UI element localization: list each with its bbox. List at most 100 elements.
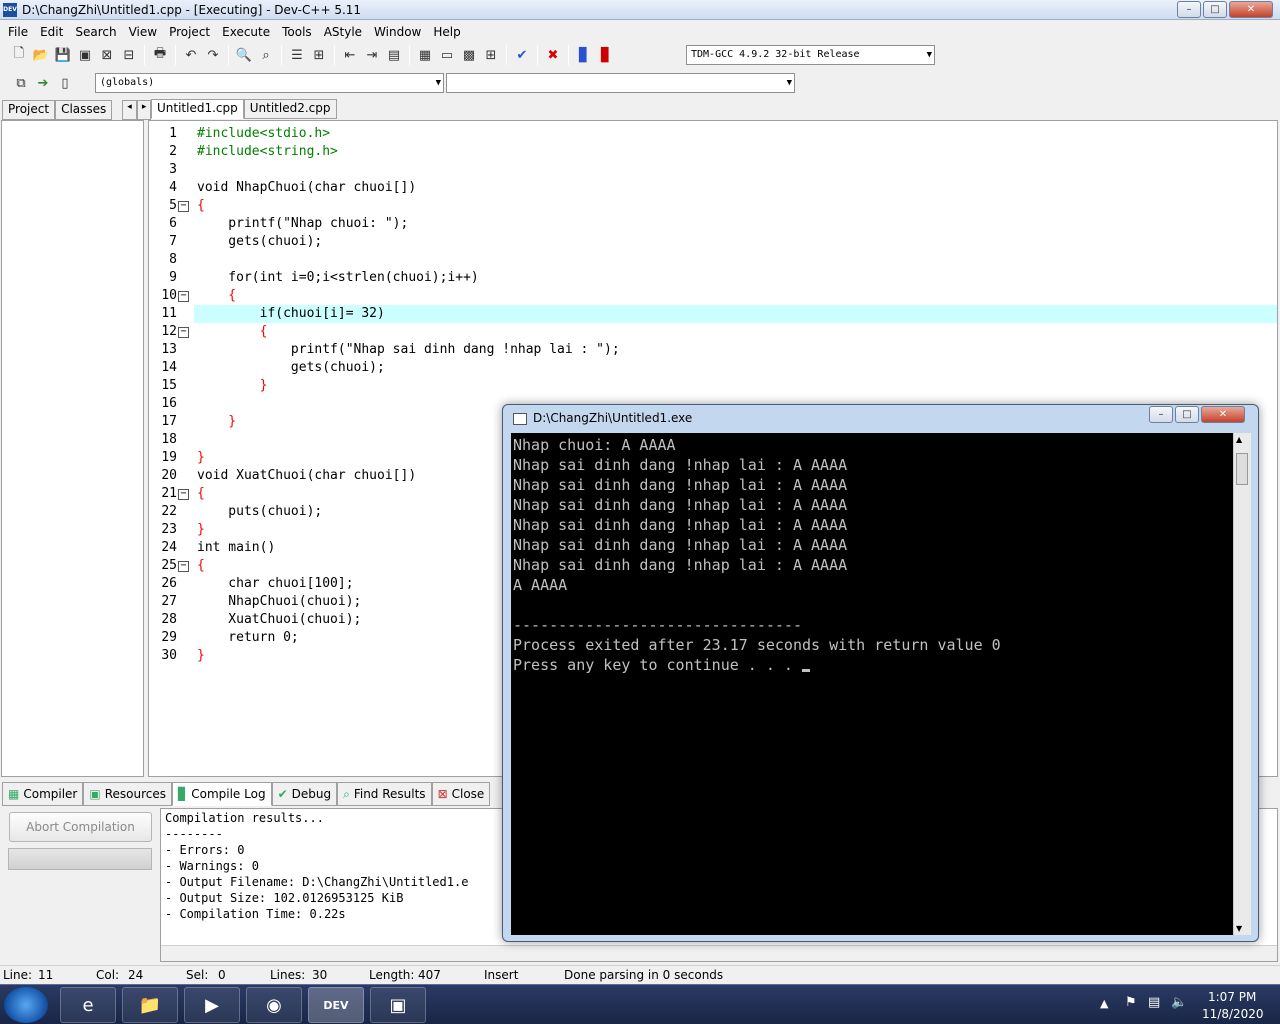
check-syntax-icon[interactable]: ✔ <box>512 45 532 65</box>
project-panel[interactable] <box>1 120 144 777</box>
code-line: 13 printf("Nhap sai dinh dang !nhap lai … <box>161 342 620 357</box>
code-line: 5−{ <box>169 198 205 213</box>
scroll-right-icon[interactable]: ▸ <box>136 100 152 120</box>
minimize-button[interactable]: – <box>1177 1 1201 18</box>
tray-overflow-icon[interactable]: ▲ <box>1100 997 1108 1010</box>
console-line: Nhap sai dinh dang !nhap lai : A AAAA <box>513 456 848 474</box>
tab-close[interactable]: ⊠ Close <box>431 782 491 806</box>
console-minimize-button[interactable]: – <box>1149 406 1173 423</box>
menu-edit[interactable]: Edit <box>34 25 69 39</box>
scroll-down-icon[interactable]: ▼ <box>1236 924 1242 933</box>
comment-icon[interactable]: ▤ <box>384 45 404 65</box>
code-line: 3 <box>169 162 177 177</box>
delete-profile-icon[interactable]: ▊ <box>596 45 616 65</box>
menu-file[interactable]: File <box>2 25 34 39</box>
code-line: 2 #include<string.h> <box>169 144 338 159</box>
menu-project[interactable]: Project <box>163 25 216 39</box>
console-line: Nhap sai dinh dang !nhap lai : A AAAA <box>513 496 848 514</box>
class-browser-icon[interactable]: ▩ <box>459 45 479 65</box>
save-icon[interactable]: 💾 <box>53 45 73 65</box>
chart-icon: ▊ <box>178 787 188 801</box>
goto-icon[interactable]: ➔ <box>33 73 53 93</box>
member-select[interactable]: ▼ <box>446 73 795 93</box>
replace-icon[interactable]: ⌕ <box>256 45 276 65</box>
goto-line-icon[interactable]: ☰ <box>287 45 307 65</box>
menu-execute[interactable]: Execute <box>216 25 276 39</box>
action-center-icon[interactable]: ⚑ <box>1125 995 1137 1010</box>
tab-debug[interactable]: ✔ Debug <box>271 782 338 806</box>
new-file-icon[interactable]: 🗋 <box>9 45 29 65</box>
scroll-up-icon[interactable]: ▲ <box>1236 435 1242 444</box>
undo-icon[interactable]: ↶ <box>181 45 201 65</box>
close-button[interactable]: ✕ <box>1229 1 1273 18</box>
find-icon[interactable]: 🔍 <box>234 45 254 65</box>
console-window[interactable]: D:\ChangZhi\Untitled1.exe – □ ✕ Nhap chu… <box>502 404 1259 942</box>
scrollbar-thumb[interactable] <box>1236 453 1248 485</box>
console-scrollbar[interactable]: ▲ ▼ <box>1233 433 1251 935</box>
unindent-icon[interactable]: ⇥ <box>362 45 382 65</box>
menu-view[interactable]: View <box>123 25 163 39</box>
save-all-icon[interactable]: ▣ <box>75 45 95 65</box>
tab-untitled2[interactable]: Untitled2.cpp <box>243 99 337 119</box>
abort-compilation-button[interactable]: Abort Compilation <box>9 812 152 842</box>
open-file-icon[interactable]: 📂 <box>31 45 51 65</box>
left-panel-tabs: Project Classes ◂ ▸ <box>2 100 152 120</box>
network-icon[interactable]: ▤ <box>1148 995 1160 1010</box>
clock-time[interactable]: 1:07 PM <box>1208 990 1256 1004</box>
menu-search[interactable]: Search <box>69 25 122 39</box>
tab-find-results[interactable]: ⌕ Find Results <box>337 782 432 806</box>
stop-execution-icon[interactable]: ✖ <box>543 45 563 65</box>
bookmark-icon[interactable]: ⊞ <box>309 45 329 65</box>
project-options-icon[interactable]: ▭ <box>437 45 457 65</box>
status-lines-label: Lines: <box>270 968 306 982</box>
menu-tools[interactable]: Tools <box>276 25 318 39</box>
bottom-panel-tabs: ▦ Compiler ▣ Resources ▊ Compile Log ✔ Debug… <box>2 782 491 806</box>
profile-chart-icon[interactable]: ▊ <box>574 45 594 65</box>
start-button[interactable] <box>4 987 48 1023</box>
scroll-left-icon[interactable]: ◂ <box>122 100 137 120</box>
title-bar: DEV D:\ChangZhi\Untitled1.cpp - [Executi… <box>0 0 1280 20</box>
code-line: 14 gets(chuoi); <box>161 360 385 375</box>
tab-classes[interactable]: Classes <box>55 100 113 120</box>
console-output[interactable]: Nhap chuoi: A AAAA Nhap sai dinh dang !n… <box>511 433 1233 935</box>
console-window-icon <box>513 413 527 425</box>
tab-compiler[interactable]: ▦ Compiler <box>2 782 84 806</box>
internet-explorer-icon[interactable]: e <box>60 987 116 1023</box>
print-icon[interactable]: 🖶 <box>150 45 170 65</box>
close-file-icon[interactable]: ⊠ <box>97 45 117 65</box>
menu-help[interactable]: Help <box>427 25 466 39</box>
layout-icon[interactable]: ⊞ <box>481 45 501 65</box>
redo-icon[interactable]: ↷ <box>203 45 223 65</box>
menu-window[interactable]: Window <box>368 25 427 39</box>
window-title: D:\ChangZhi\Untitled1.cpp - [Executing] … <box>22 3 362 17</box>
tab-untitled1[interactable]: Untitled1.cpp <box>151 99 244 119</box>
console-close-button[interactable]: ✕ <box>1201 406 1245 423</box>
tab-project[interactable]: Project <box>2 100 56 120</box>
tab-compile-log[interactable]: ▊ Compile Log <box>172 782 272 806</box>
compiler-select[interactable]: TDM-GCC 4.9.2 32-bit Release ▼ <box>686 45 935 65</box>
console-maximize-button[interactable]: □ <box>1175 406 1199 423</box>
console-taskbar-icon[interactable]: ▣ <box>370 987 426 1023</box>
separator <box>506 45 507 65</box>
horizontal-scrollbar[interactable] <box>161 945 1277 961</box>
volume-icon[interactable]: 🔈 <box>1171 995 1187 1010</box>
toggle-bookmark-icon[interactable]: ▯ <box>55 73 75 93</box>
separator <box>334 45 335 65</box>
media-player-icon[interactable]: ▶ <box>184 987 240 1023</box>
indent-icon[interactable]: ⇤ <box>340 45 360 65</box>
new-project-icon[interactable]: ▦ <box>415 45 435 65</box>
maximize-button[interactable]: □ <box>1203 1 1227 18</box>
close-icon: ⊠ <box>437 787 448 801</box>
menu-astyle[interactable]: AStyle <box>318 25 368 39</box>
tab-resources[interactable]: ▣ Resources <box>83 782 172 806</box>
close-all-icon[interactable]: ⊟ <box>119 45 139 65</box>
insert-icon[interactable]: ⧉ <box>11 73 31 93</box>
clock-date[interactable]: 11/8/2020 <box>1202 1007 1264 1021</box>
file-explorer-icon[interactable]: 📁 <box>122 987 178 1023</box>
status-col-label: Col: <box>96 968 120 982</box>
scope-select[interactable]: (globals) ▼ <box>95 73 444 93</box>
code-line: 12− { <box>161 324 268 339</box>
chrome-icon[interactable]: ◉ <box>246 987 302 1023</box>
separator <box>537 45 538 65</box>
devcpp-taskbar-icon[interactable]: DEV <box>308 987 364 1023</box>
